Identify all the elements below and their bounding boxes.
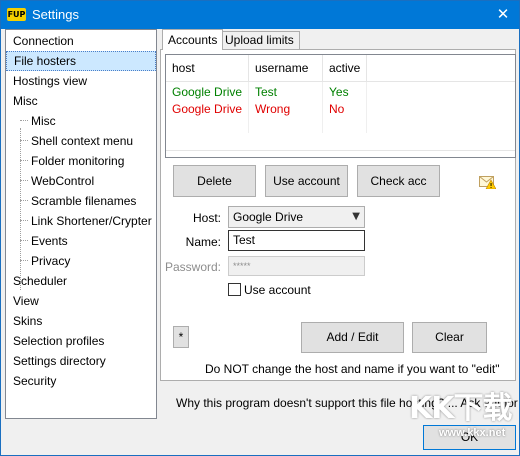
sidebar-item-scheduler[interactable]: Scheduler [6, 271, 156, 291]
sidebar-item-link-shortener[interactable]: Link Shortener/Crypter [6, 211, 156, 231]
use-account-button[interactable]: Use account [265, 165, 348, 197]
accounts-panel: host username active Google Drive Test Y… [160, 49, 516, 381]
app-logo-icon: FUP [7, 8, 26, 21]
sidebar-item-events[interactable]: Events [6, 231, 156, 251]
table-row[interactable]: Google Drive Test Yes [166, 84, 515, 101]
chevron-down-icon: ▼ [352, 211, 360, 222]
table-footer-line [166, 150, 515, 157]
host-select-value: Google Drive [233, 210, 304, 224]
star-button[interactable]: * [173, 326, 189, 348]
delete-button[interactable]: Delete [173, 165, 256, 197]
tab-upload-limits[interactable]: Upload limits [219, 31, 300, 50]
sidebar-item-misc[interactable]: Misc [6, 91, 156, 111]
title-bar: FUP Settings ✕ [1, 1, 519, 29]
sidebar-item-hostings-view[interactable]: Hostings view [6, 71, 156, 91]
accounts-table[interactable]: host username active Google Drive Test Y… [165, 54, 516, 158]
sidebar-item-folder-monitoring[interactable]: Folder monitoring [6, 151, 156, 171]
sidebar-item-privacy[interactable]: Privacy [6, 251, 156, 271]
password-label: Password: [164, 260, 221, 274]
sidebar-item-misc-general[interactable]: Misc [6, 111, 156, 131]
host-label: Host: [192, 211, 221, 225]
cell-host: Google Drive [172, 85, 243, 99]
column-header-host[interactable]: host [166, 55, 249, 82]
watermark-text: KK下载 [409, 391, 513, 426]
sidebar-item-scramble-filenames[interactable]: Scramble filenames [6, 191, 156, 211]
sidebar-item-skins[interactable]: Skins [6, 311, 156, 331]
use-account-checkbox-label[interactable]: Use account [244, 283, 311, 297]
edit-warning-text: Do NOT change the host and name if you w… [205, 362, 500, 376]
sidebar-item-connection[interactable]: Connection [6, 31, 156, 51]
cell-username: Wrong [255, 102, 291, 116]
column-header-active[interactable]: active [323, 55, 367, 82]
host-select[interactable]: Google Drive ▼ [228, 206, 365, 228]
sidebar-item-selection-profiles[interactable]: Selection profiles [6, 331, 156, 351]
name-label: Name: [185, 235, 221, 249]
sidebar-item-settings-directory[interactable]: Settings directory [6, 351, 156, 371]
sidebar-item-shell-context-menu[interactable]: Shell context menu [6, 131, 156, 151]
cell-host: Google Drive [172, 102, 243, 116]
column-header-username[interactable]: username [249, 55, 323, 82]
name-input[interactable]: Test [228, 230, 365, 251]
table-header: host username active [166, 55, 515, 82]
sidebar-item-view[interactable]: View [6, 291, 156, 311]
watermark-logo: KK下载 www.kkx.net [409, 381, 517, 453]
settings-category-tree[interactable]: Connection File hosters Hostings view Mi… [5, 29, 157, 419]
cell-active: Yes [329, 85, 349, 99]
clear-button[interactable]: Clear [412, 322, 487, 353]
cell-active: No [329, 102, 345, 116]
sidebar-item-webcontrol[interactable]: WebControl [6, 171, 156, 191]
add-edit-button[interactable]: Add / Edit [301, 322, 404, 353]
password-input[interactable]: ***** [228, 256, 365, 276]
window-title: Settings [32, 7, 79, 22]
use-account-checkbox[interactable] [228, 283, 241, 296]
cell-username: Test [255, 85, 278, 99]
settings-window: FUP Settings ✕ Connection File hosters H… [0, 0, 520, 456]
tab-accounts[interactable]: Accounts [162, 29, 224, 50]
mail-warning-icon[interactable] [479, 174, 496, 189]
close-icon[interactable]: ✕ [491, 3, 515, 25]
table-row[interactable]: Google Drive Wrong No [166, 101, 515, 118]
check-account-button[interactable]: Check acc [357, 165, 440, 197]
watermark-url: www.kkx.net [439, 427, 506, 439]
sidebar-item-file-hosters[interactable]: File hosters [6, 51, 156, 71]
sidebar-item-security[interactable]: Security [6, 371, 156, 391]
